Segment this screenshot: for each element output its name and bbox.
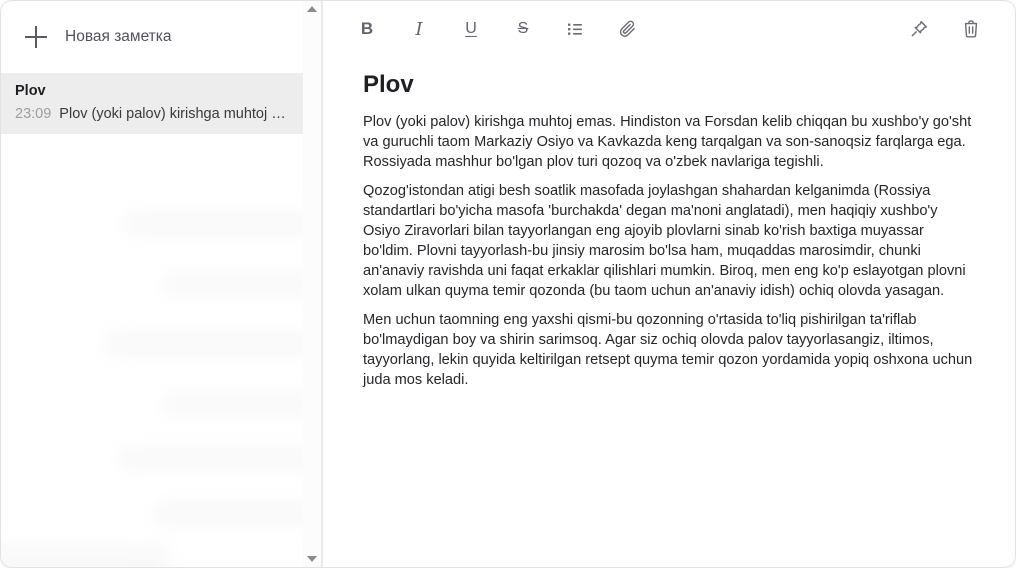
bulleted-list-button[interactable] (557, 11, 593, 47)
ghost-smudge (163, 391, 303, 417)
note-editor-pane: B I U S (323, 1, 1015, 567)
note-item-preview: Plov (yoki palov) kirishga muhtoj em... (59, 106, 289, 122)
notes-app-window: Новая заметка Plov 23:09 Plov (yoki palo… (0, 0, 1016, 568)
sidebar-scrollbar[interactable] (303, 1, 321, 567)
note-action-buttons (901, 11, 989, 47)
italic-button[interactable]: I (401, 11, 437, 47)
italic-glyph: I (415, 19, 422, 40)
note-list-item-plov[interactable]: Plov 23:09 Plov (yoki palov) kirishga mu… (1, 73, 303, 134)
ghost-smudge (123, 211, 303, 237)
underline-button[interactable]: U (453, 11, 489, 47)
bold-glyph: B (361, 19, 373, 39)
ghost-smudge (118, 446, 303, 472)
bulleted-list-icon (565, 19, 585, 39)
note-paragraph[interactable]: Plov (yoki palov) kirishga muhtoj emas. … (363, 112, 975, 172)
note-paragraph[interactable]: Qozog'istondan atigi besh soatlik masofa… (363, 181, 975, 301)
ghost-smudge (163, 271, 303, 297)
strikethrough-button[interactable]: S (505, 11, 541, 47)
note-editor[interactable]: Plov Plov (yoki palov) kirishga muhtoj e… (323, 57, 1015, 390)
note-list: Plov 23:09 Plov (yoki palov) kirishga mu… (1, 73, 303, 134)
strikethrough-glyph: S (518, 20, 529, 38)
note-paragraph[interactable]: Men uchun taomning eng yaxshi qismi-bu q… (363, 310, 975, 390)
attachment-icon (617, 19, 637, 39)
empty-list-area (1, 146, 303, 567)
format-buttons: B I U S (349, 11, 645, 47)
scroll-up-arrow-icon[interactable] (307, 6, 317, 12)
note-item-time: 23:09 (15, 106, 51, 122)
pin-note-button[interactable] (901, 11, 937, 47)
bold-button[interactable]: B (349, 11, 385, 47)
editor-toolbar: B I U S (323, 1, 1015, 57)
scroll-down-arrow-icon[interactable] (307, 556, 317, 562)
delete-note-button[interactable] (953, 11, 989, 47)
ghost-smudge (103, 331, 303, 357)
attachment-button[interactable] (609, 11, 645, 47)
trash-icon (961, 19, 981, 39)
note-body[interactable]: Plov (yoki palov) kirishga muhtoj emas. … (363, 112, 975, 390)
ghost-smudge (153, 501, 303, 527)
note-item-title: Plov (15, 83, 289, 99)
underline-glyph: U (465, 20, 477, 38)
plus-icon (25, 26, 47, 48)
sidebar: Новая заметка Plov 23:09 Plov (yoki palo… (1, 1, 323, 567)
new-note-label: Новая заметка (65, 28, 172, 46)
new-note-button[interactable]: Новая заметка (1, 1, 303, 73)
pin-icon (909, 19, 929, 39)
note-title[interactable]: Plov (363, 71, 975, 99)
ghost-smudge (1, 544, 171, 567)
